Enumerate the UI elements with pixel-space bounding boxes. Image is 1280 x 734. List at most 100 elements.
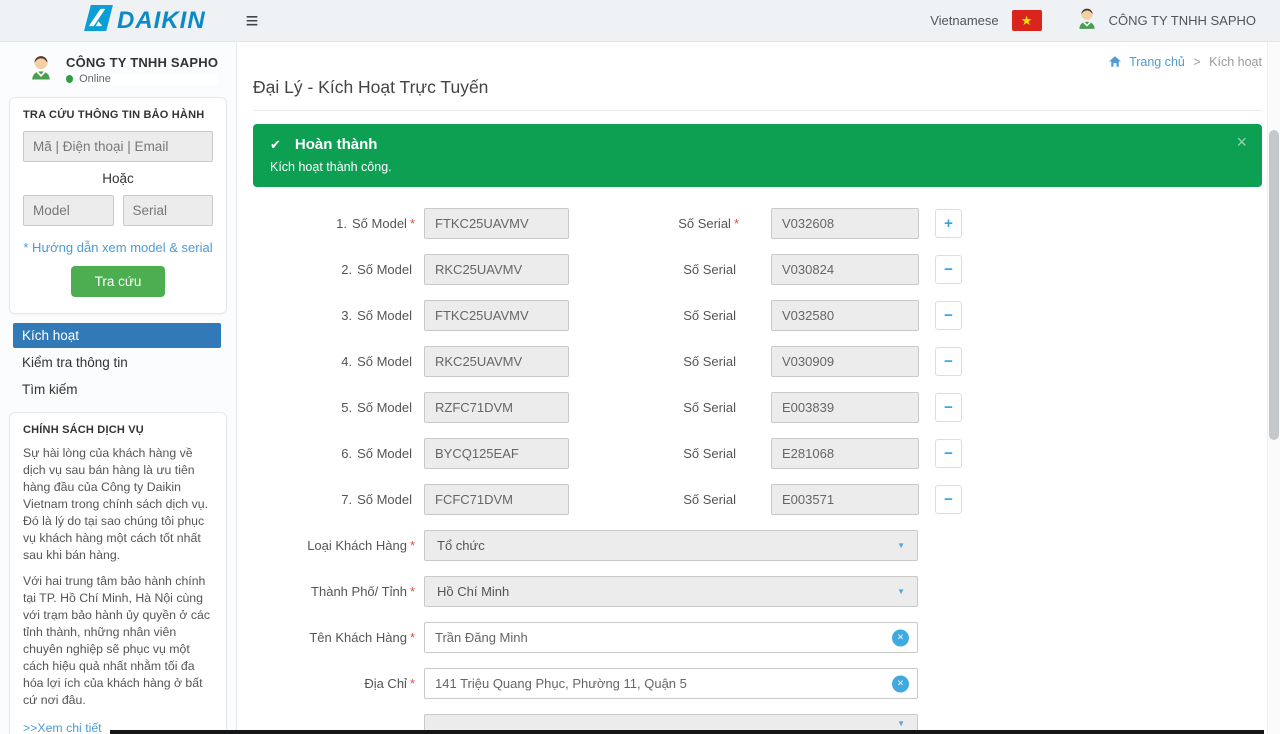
model-field[interactable] (424, 392, 569, 423)
city-label: Thành Phố/ Tỉnh* (253, 584, 415, 599)
nav-item-search[interactable]: Tìm kiếm (13, 377, 221, 402)
minus-icon: − (944, 353, 953, 370)
warranty-lookup-card: TRA CỨU THÔNG TIN BẢO HÀNH Hoặc * Hướng … (9, 97, 227, 314)
serial-field[interactable] (771, 392, 919, 423)
alert-close-icon[interactable]: × (1236, 133, 1247, 151)
product-row: 6.Số Model Số Serial − (253, 438, 1262, 469)
customer-type-value: Tổ chức (437, 538, 485, 553)
avatar-icon (26, 52, 56, 87)
minus-icon: − (944, 399, 953, 416)
product-row: 1.Số Model* Số Serial* + (253, 208, 1262, 239)
minus-icon: − (944, 261, 953, 278)
lookup-search-button[interactable]: Tra cứu (71, 266, 166, 297)
model-label: 6.Số Model (253, 446, 415, 461)
model-label: 4.Số Model (253, 354, 415, 369)
model-field[interactable] (424, 254, 569, 285)
success-alert: ✔ Hoàn thành Kích hoạt thành công. × (253, 124, 1262, 187)
lookup-title: TRA CỨU THÔNG TIN BẢO HÀNH (23, 109, 213, 121)
sidebar-user-name: CÔNG TY TNHH SAPHO (66, 55, 218, 70)
remove-row-button[interactable]: − (935, 393, 962, 422)
minus-icon: − (944, 445, 953, 462)
online-status-dot-icon (66, 75, 73, 83)
product-row: 7.Số Model Số Serial − (253, 484, 1262, 515)
city-select[interactable]: Hồ Chí Minh ▼ (424, 576, 918, 607)
serial-label: Số Serial (569, 308, 739, 323)
add-row-button[interactable]: + (935, 209, 962, 238)
serial-label: Số Serial (569, 446, 739, 461)
model-field[interactable] (424, 300, 569, 331)
page-scrollbar-thumb[interactable] (1269, 130, 1279, 440)
model-field[interactable] (424, 208, 569, 239)
alert-message: Kích hoạt thành công. (270, 160, 1246, 174)
model-field[interactable] (424, 438, 569, 469)
header-user-name: CÔNG TY TNHH SAPHO (1109, 13, 1256, 28)
address-input[interactable] (424, 668, 918, 699)
user-avatar-icon (1074, 5, 1100, 36)
customer-type-label: Loại Khách Hàng* (253, 538, 415, 553)
customer-name-label: Tên Khách Hàng* (253, 630, 415, 645)
serial-lookup-input[interactable] (123, 195, 214, 226)
policy-title: CHÍNH SÁCH DỊCH VỤ (23, 424, 213, 436)
serial-field[interactable] (771, 254, 919, 285)
serial-field[interactable] (771, 438, 919, 469)
clear-icon[interactable]: × (892, 629, 909, 646)
daikin-logo-mark-icon (84, 5, 113, 36)
field-row: Tên Khách Hàng* × (253, 622, 1262, 653)
header-user[interactable]: CÔNG TY TNHH SAPHO (1074, 5, 1256, 36)
hamburger-icon[interactable]: ≡ (246, 10, 259, 32)
breadcrumb-home-link[interactable]: Trang chủ (1129, 55, 1185, 69)
required-asterisk: * (410, 676, 415, 691)
breadcrumb: Trang chủ > Kích hoạt (253, 42, 1262, 73)
required-asterisk: * (410, 538, 415, 553)
model-serial-guide-link[interactable]: * Hướng dẫn xem model & serial (23, 240, 213, 255)
required-asterisk: * (734, 216, 739, 231)
language-label[interactable]: Vietnamese (930, 13, 998, 28)
model-field[interactable] (424, 346, 569, 377)
vietnam-flag-icon[interactable]: ★ (1012, 10, 1042, 31)
model-label: 7.Số Model (253, 492, 415, 507)
serial-field[interactable] (771, 208, 919, 239)
policy-paragraph-1: Sự hài lòng của khách hàng về dịch vụ sa… (23, 445, 213, 564)
remove-row-button[interactable]: − (935, 347, 962, 376)
serial-label: Số Serial (569, 262, 739, 277)
model-field[interactable] (424, 484, 569, 515)
breadcrumb-separator: > (1193, 55, 1200, 69)
alert-title: Hoàn thành (295, 136, 378, 153)
nav-item-activate[interactable]: Kích hoạt (13, 323, 221, 348)
chevron-down-icon: ▼ (897, 719, 905, 728)
app-header: DAIKIN ≡ Vietnamese ★ CÔNG TY TNHH SAPHO (0, 0, 1280, 42)
remove-row-button[interactable]: − (935, 255, 962, 284)
customer-type-select[interactable]: Tổ chức ▼ (424, 530, 918, 561)
required-asterisk: * (410, 216, 415, 231)
sidebar-user-panel: CÔNG TY TNHH SAPHO Online (0, 50, 236, 97)
model-label: 1.Số Model* (253, 216, 415, 231)
field-row: Loại Khách Hàng* Tổ chức ▼ (253, 530, 1262, 561)
row-index: 7. (341, 492, 352, 507)
remove-row-button[interactable]: − (935, 485, 962, 514)
serial-label: Số Serial (569, 400, 739, 415)
clear-icon[interactable]: × (892, 675, 909, 692)
daikin-logo[interactable]: DAIKIN (84, 5, 206, 36)
check-icon: ✔ (270, 137, 281, 153)
row-index: 1. (336, 216, 347, 231)
row-index: 6. (341, 446, 352, 461)
serial-field[interactable] (771, 300, 919, 331)
nav-item-check-info[interactable]: Kiểm tra thông tin (13, 350, 221, 375)
home-icon (1109, 56, 1124, 70)
minus-icon: − (944, 491, 953, 508)
service-policy-card: CHÍNH SÁCH DỊCH VỤ Sự hài lòng của khách… (9, 412, 227, 734)
remove-row-button[interactable]: − (935, 301, 962, 330)
bottom-edge-strip (110, 730, 1264, 734)
remove-row-button[interactable]: − (935, 439, 962, 468)
lookup-code-input[interactable] (23, 131, 213, 162)
required-asterisk: * (410, 630, 415, 645)
serial-field[interactable] (771, 484, 919, 515)
serial-field[interactable] (771, 346, 919, 377)
model-lookup-input[interactable] (23, 195, 114, 226)
sidebar: CÔNG TY TNHH SAPHO Online TRA CỨU THÔNG … (0, 42, 237, 734)
sidebar-nav: Kích hoạt Kiểm tra thông tin Tìm kiếm (0, 323, 236, 402)
model-label: 2.Số Model (253, 262, 415, 277)
page-body: CÔNG TY TNHH SAPHO Online TRA CỨU THÔNG … (0, 42, 1280, 734)
customer-name-input[interactable] (424, 622, 918, 653)
field-row: Địa Chỉ* × (253, 668, 1262, 699)
